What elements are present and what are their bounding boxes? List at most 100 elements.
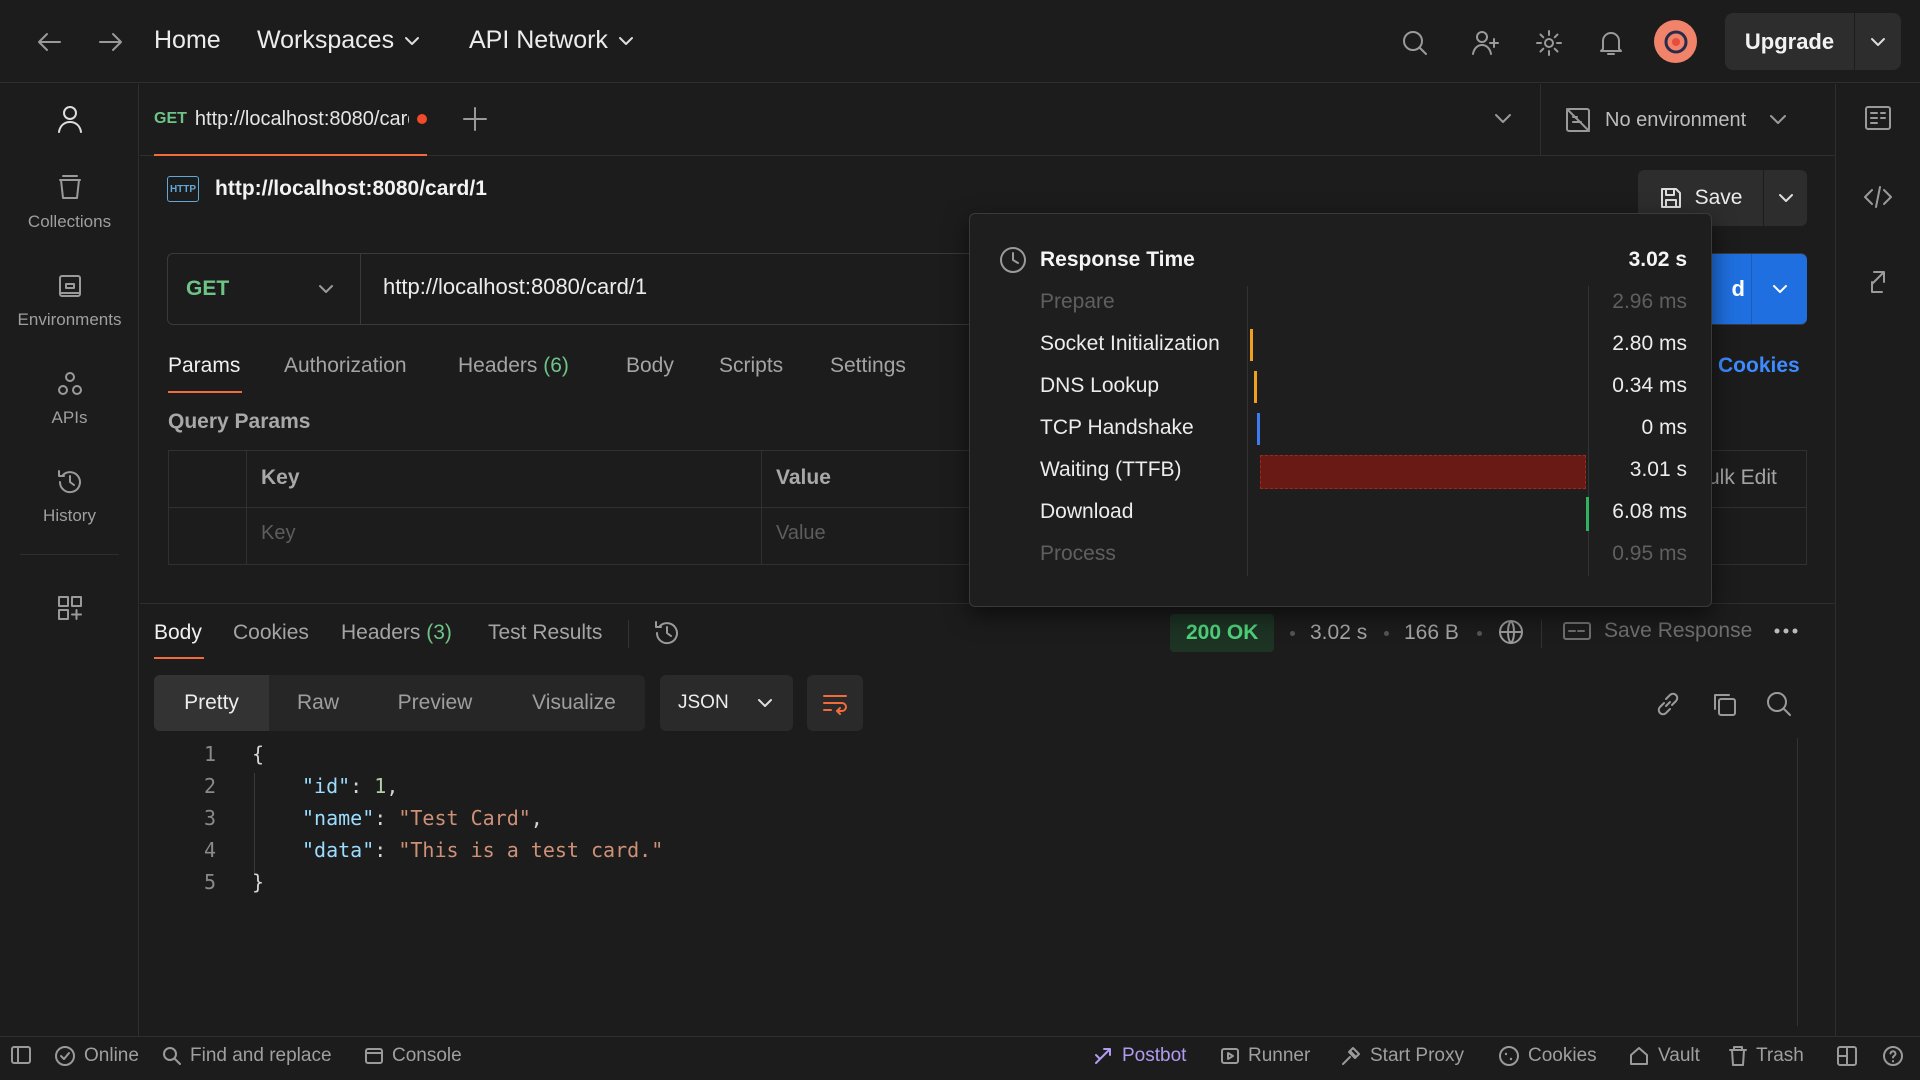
postbot-label: Postbot xyxy=(1122,1045,1187,1066)
console-button[interactable]: Console xyxy=(364,1045,462,1067)
tab-label: Params xyxy=(168,354,241,377)
forward-arrow-icon[interactable] xyxy=(98,30,124,54)
find-and-replace[interactable]: Find and replace xyxy=(162,1045,332,1067)
meta-dot xyxy=(1477,631,1482,636)
view-pretty-button[interactable]: Pretty xyxy=(154,675,269,731)
sidebar-item-configure[interactable] xyxy=(0,594,139,622)
avatar[interactable] xyxy=(1654,20,1697,63)
tab-body[interactable]: Body xyxy=(626,354,674,378)
bulk-edit-link[interactable]: ulk Edit xyxy=(1708,466,1777,490)
response-tab-headers[interactable]: Headers (3) xyxy=(341,621,452,645)
response-tab-body[interactable]: Body xyxy=(154,621,202,645)
tabs-dropdown-icon[interactable] xyxy=(1494,113,1512,125)
upgrade-button[interactable]: Upgrade xyxy=(1725,13,1901,70)
tab-settings[interactable]: Settings xyxy=(830,354,906,378)
back-arrow-icon[interactable] xyxy=(36,30,62,54)
chevron-down-icon[interactable] xyxy=(1764,170,1807,226)
cookies-link[interactable]: Cookies xyxy=(1718,354,1800,378)
toggle-sidebar-icon[interactable] xyxy=(10,1045,32,1065)
home-label: Home xyxy=(154,26,221,54)
url-input[interactable]: http://localhost:8080/card/1 xyxy=(383,274,647,300)
response-tab-test-results[interactable]: Test Results xyxy=(488,621,602,645)
timing-value: 2.80 ms xyxy=(1612,332,1687,355)
layout-toggle-icon[interactable] xyxy=(1836,1045,1858,1067)
value-input[interactable]: Value xyxy=(776,522,826,545)
settings-gear-icon[interactable] xyxy=(1535,29,1563,57)
indent-guide xyxy=(254,773,255,873)
tab-authorization[interactable]: Authorization xyxy=(284,354,407,378)
timing-row-socket: Socket Initialization 2.80 ms xyxy=(970,324,1713,366)
tab-label: Body xyxy=(626,354,674,377)
runner-button[interactable]: Runner xyxy=(1220,1045,1310,1067)
key-input[interactable]: Key xyxy=(261,522,295,545)
sidebar-item-label: Collections xyxy=(27,212,112,231)
sidebar-item-history[interactable]: History xyxy=(0,468,139,526)
api-network-menu[interactable]: API Network xyxy=(469,26,634,55)
console-icon xyxy=(365,1048,383,1064)
headers-count: (3) xyxy=(426,621,452,644)
documentation-icon[interactable] xyxy=(1864,104,1892,132)
status-badge[interactable]: 200 OK xyxy=(1170,614,1275,652)
start-proxy-button[interactable]: Start Proxy xyxy=(1340,1045,1464,1067)
json-key: "id" xyxy=(302,774,351,798)
related-collections-icon[interactable] xyxy=(1866,268,1890,296)
trash-button[interactable]: Trash xyxy=(1728,1045,1804,1067)
invite-user-icon[interactable] xyxy=(1471,29,1501,57)
network-globe-icon[interactable] xyxy=(1497,618,1525,646)
sidebar-item-collections[interactable]: Collections xyxy=(0,174,139,232)
postbot-button[interactable]: Postbot xyxy=(1092,1045,1186,1067)
method-selector[interactable]: GET xyxy=(168,254,361,324)
key-column-header: Key xyxy=(261,466,300,489)
response-time[interactable]: 3.02 s xyxy=(1310,621,1367,645)
line-number: 3 xyxy=(203,806,216,830)
view-visualize-button[interactable]: Visualize xyxy=(503,675,645,731)
tab-scripts[interactable]: Scripts xyxy=(719,354,783,378)
cookies-label: Cookies xyxy=(1528,1045,1597,1066)
timing-label: Process xyxy=(1040,542,1116,565)
workspaces-menu[interactable]: Workspaces xyxy=(257,26,420,55)
notifications-bell-icon[interactable] xyxy=(1598,29,1624,57)
view-preview-button[interactable]: Preview xyxy=(367,675,503,731)
online-status[interactable]: Online xyxy=(54,1045,139,1067)
view-raw-button[interactable]: Raw xyxy=(269,675,367,731)
code-scrollbar[interactable] xyxy=(1797,738,1798,1026)
more-options-icon[interactable] xyxy=(1773,626,1799,636)
active-tab-indicator xyxy=(168,391,242,393)
search-response-icon[interactable] xyxy=(1765,690,1793,718)
tab-headers[interactable]: Headers (6) xyxy=(458,354,569,378)
sidebar-item-apis[interactable]: APIs xyxy=(0,370,139,428)
history-icon xyxy=(57,470,81,494)
help-icon[interactable] xyxy=(1882,1045,1904,1067)
copy-icon[interactable] xyxy=(1710,690,1738,718)
tab-params[interactable]: Params xyxy=(168,354,240,378)
chevron-down-icon[interactable] xyxy=(1855,13,1901,70)
sidebar-item-environments[interactable]: Environments xyxy=(0,272,139,330)
http-icon: HTTP xyxy=(167,176,199,202)
copy-link-icon[interactable] xyxy=(1654,690,1682,718)
timing-row-process: Process 0.95 ms xyxy=(970,534,1713,576)
sidebar-item-profile[interactable] xyxy=(0,104,139,134)
sidebar-item-label: APIs xyxy=(51,408,88,427)
code-snippet-icon[interactable] xyxy=(1863,185,1893,209)
chevron-down-icon[interactable] xyxy=(1752,254,1807,324)
format-label: JSON xyxy=(678,692,729,713)
no-environment-icon xyxy=(1566,108,1590,132)
wrap-lines-button[interactable] xyxy=(807,675,863,731)
environment-selector[interactable]: No environment xyxy=(1540,84,1835,156)
meta-separator xyxy=(1541,620,1542,648)
home-link[interactable]: Home xyxy=(154,26,221,55)
save-response-button[interactable]: Save Response xyxy=(1562,619,1752,643)
response-size[interactable]: 166 B xyxy=(1404,621,1459,645)
vault-button[interactable]: Vault xyxy=(1628,1045,1700,1067)
search-icon[interactable] xyxy=(1401,29,1429,57)
new-tab-plus-icon[interactable] xyxy=(462,106,488,132)
format-selector[interactable]: JSON xyxy=(660,675,793,731)
request-title-text[interactable]: http://localhost:8080/card/1 xyxy=(215,177,487,201)
timing-bar-download xyxy=(1586,497,1589,531)
chevron-down-icon xyxy=(758,699,772,707)
code-brace: } xyxy=(252,870,265,894)
cookies-button[interactable]: Cookies xyxy=(1498,1045,1597,1067)
request-tab[interactable]: GET http://localhost:8080/card/1 xyxy=(154,84,427,156)
response-tab-cookies[interactable]: Cookies xyxy=(233,621,309,645)
response-history-icon[interactable] xyxy=(653,619,681,647)
